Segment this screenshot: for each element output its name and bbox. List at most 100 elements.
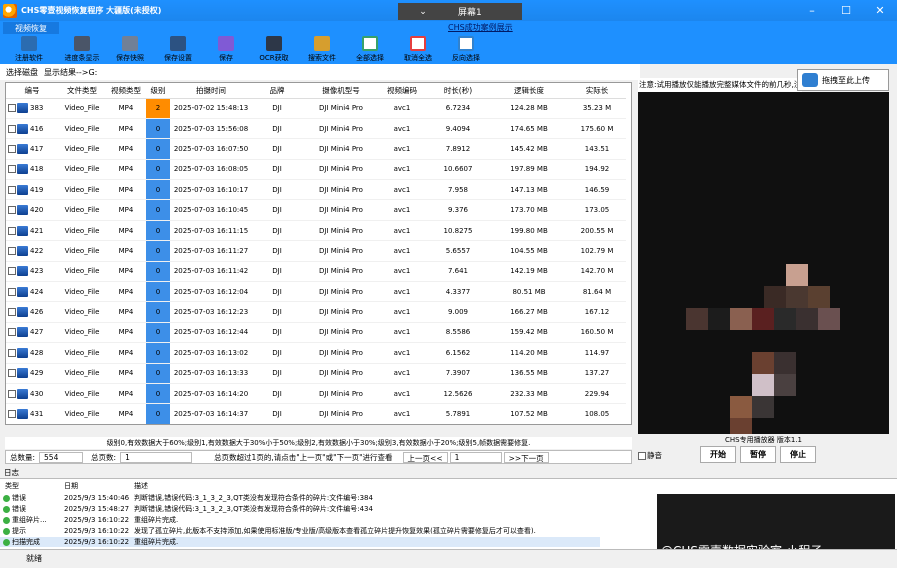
drag-upload-button[interactable]: 拖拽至此上传 xyxy=(797,69,889,91)
table-row[interactable]: 430 Video_File MP4 0 2025-07-03 16:14:20 DJI D… xyxy=(6,383,628,405)
prev-page-button[interactable]: 上一页<< xyxy=(402,451,448,463)
column-header[interactable]: 时长(秒) xyxy=(424,83,492,99)
table-cell: DJI xyxy=(252,261,302,283)
row-checkbox[interactable] xyxy=(8,308,16,317)
toolbar-button-1[interactable]: 进度条显示 xyxy=(58,34,106,64)
file-id-cell[interactable]: 428 xyxy=(6,342,58,364)
row-checkbox[interactable] xyxy=(8,124,16,133)
log-row[interactable]: 重组碎片... 2025/9/3 16:10:22 重组碎片完成. xyxy=(0,515,600,525)
table-row[interactable]: 427 Video_File MP4 0 2025-07-03 16:12:44 DJI D… xyxy=(6,322,628,344)
table-row[interactable]: 383 Video_File MP4 2 2025-07-02 15:48:13 DJI D… xyxy=(6,98,628,119)
row-checkbox[interactable] xyxy=(8,369,16,378)
row-checkbox[interactable] xyxy=(8,104,16,113)
file-id-cell[interactable]: 430 xyxy=(6,383,58,405)
column-header[interactable]: 文件类型 xyxy=(58,83,106,99)
row-checkbox[interactable] xyxy=(8,165,16,174)
row-checkbox[interactable] xyxy=(8,267,16,276)
row-checkbox[interactable] xyxy=(8,389,16,398)
play-pause-button[interactable]: 暂停 xyxy=(740,446,776,463)
row-checkbox[interactable] xyxy=(8,226,16,235)
file-id-cell[interactable]: 426 xyxy=(6,301,58,323)
column-header[interactable]: 实际长 xyxy=(566,83,628,99)
file-id-cell[interactable]: 422 xyxy=(6,240,58,262)
row-checkbox[interactable] xyxy=(8,246,16,255)
file-id: 423 xyxy=(30,267,44,276)
column-header[interactable]: 视频编码 xyxy=(380,83,424,99)
log-row[interactable]: 提示 2025/9/3 16:10:22 发现了孤立碎片,此版本不支持添加,如果使用… xyxy=(0,526,600,536)
table-cell: 136.55 MB xyxy=(492,363,566,384)
column-header[interactable]: 摄像机型号 xyxy=(302,83,380,99)
toolbar-button-9[interactable]: 反向选择 xyxy=(442,34,490,64)
toolbar-button-7[interactable]: 全部选择 xyxy=(346,34,394,64)
table-row[interactable]: 429 Video_File MP4 0 2025-07-03 16:13:33 DJI D… xyxy=(6,363,628,384)
column-header[interactable]: 级别 xyxy=(146,83,170,99)
file-id-cell[interactable]: 423 xyxy=(6,261,58,283)
file-id-cell[interactable]: 429 xyxy=(6,363,58,384)
file-id-cell[interactable]: 418 xyxy=(6,159,58,181)
table-row[interactable]: 418 Video_File MP4 0 2025-07-03 16:08:05 DJI D… xyxy=(6,159,628,181)
mute-checkbox[interactable] xyxy=(638,451,646,460)
toolbar-button-0[interactable]: 注册软件 xyxy=(0,34,58,64)
table-row[interactable]: 417 Video_File MP4 0 2025-07-03 16:07:50 DJI D… xyxy=(6,138,628,160)
table-row[interactable]: 428 Video_File MP4 0 2025-07-03 16:13:02 DJI D… xyxy=(6,342,628,364)
table-row[interactable]: 421 Video_File MP4 0 2025-07-03 16:11:15 DJI D… xyxy=(6,220,628,242)
table-row[interactable]: 424 Video_File MP4 0 2025-07-03 16:12:04 DJI D… xyxy=(6,281,628,303)
file-id-cell[interactable]: 424 xyxy=(6,281,58,303)
log-row[interactable]: 错误 2025/9/3 15:48:27 判断错误,错误代码:3_1_3_2_3,Q… xyxy=(0,504,600,514)
mute-control[interactable]: 静音 xyxy=(638,450,662,461)
log-status-icon xyxy=(3,505,10,513)
screen-selector[interactable]: ⌄ 屏幕1 xyxy=(398,3,522,20)
toolbar-button-5[interactable]: OCR获取 xyxy=(250,34,298,64)
column-header[interactable]: 逻辑长度 xyxy=(492,83,566,99)
file-id-cell[interactable]: 427 xyxy=(6,322,58,344)
log-row[interactable]: 错误 2025/9/3 15:40:46 判断错误,错误代码:3_1_3_2_3,Q… xyxy=(0,493,600,503)
table-row[interactable]: 416 Video_File MP4 0 2025-07-03 15:56:08 DJI D… xyxy=(6,118,628,140)
page-number-input[interactable]: 1 xyxy=(449,451,502,463)
row-checkbox[interactable] xyxy=(8,206,16,215)
toolbar-button-label: 全部选择 xyxy=(356,54,384,62)
video-preview[interactable] xyxy=(638,92,889,434)
tab-video-recovery[interactable]: 视频恢复 xyxy=(3,22,59,34)
table-cell: DJI xyxy=(252,118,302,140)
file-id: 419 xyxy=(30,185,44,194)
table-row[interactable]: 431 Video_File MP4 0 2025-07-03 16:14:37 DJI D… xyxy=(6,403,628,424)
column-header[interactable]: 拍摄时间 xyxy=(170,83,252,99)
log-row[interactable]: 扫描完成 2025/9/3 16:10:22 重组碎片完成. xyxy=(0,537,600,547)
row-checkbox[interactable] xyxy=(8,185,16,194)
row-checkbox[interactable] xyxy=(8,348,16,357)
minimize-button[interactable]: – xyxy=(795,0,829,21)
chevron-down-icon[interactable]: ⌄ xyxy=(398,7,448,17)
play-start-button[interactable]: 开始 xyxy=(700,446,736,463)
row-checkbox[interactable] xyxy=(8,287,16,296)
toolbar-button-2[interactable]: 保存快照 xyxy=(106,34,154,64)
table-row[interactable]: 420 Video_File MP4 0 2025-07-03 16:10:45 DJI D… xyxy=(6,199,628,221)
file-id-cell[interactable]: 419 xyxy=(6,179,58,201)
file-id-cell[interactable]: 421 xyxy=(6,220,58,242)
row-checkbox[interactable] xyxy=(8,328,16,337)
play-stop-button[interactable]: 停止 xyxy=(780,446,816,463)
table-row[interactable]: 419 Video_File MP4 0 2025-07-03 16:10:17 DJI D… xyxy=(6,179,628,201)
success-cases-link[interactable]: CHS成功案例展示 xyxy=(448,22,513,33)
toolbar-button-8[interactable]: 取消全选 xyxy=(394,34,442,64)
file-id-cell[interactable]: 416 xyxy=(6,118,58,140)
toolbar-button-6[interactable]: 搜索文件 xyxy=(298,34,346,64)
select-disk-label[interactable]: 选择磁盘 xyxy=(6,67,38,78)
toolbar-button-3[interactable]: 保存设置 xyxy=(154,34,202,64)
table-row[interactable]: 423 Video_File MP4 0 2025-07-03 16:11:42 DJI D… xyxy=(6,261,628,283)
toolbar-button-4[interactable]: 保存 xyxy=(202,34,250,64)
column-header[interactable]: 编号 xyxy=(6,83,58,99)
table-row[interactable]: 426 Video_File MP4 0 2025-07-03 16:12:23 DJI D… xyxy=(6,301,628,323)
file-id-cell[interactable]: 431 xyxy=(6,403,58,424)
next-page-button[interactable]: >>下一页 xyxy=(503,451,549,463)
file-id-cell[interactable]: 420 xyxy=(6,199,58,221)
file-id-cell[interactable]: 417 xyxy=(6,138,58,160)
file-id-cell[interactable]: 383 xyxy=(6,98,58,119)
row-checkbox[interactable] xyxy=(8,144,16,153)
column-header[interactable]: 品牌 xyxy=(252,83,302,99)
close-button[interactable]: ✕ xyxy=(863,0,897,21)
vertical-scrollbar[interactable] xyxy=(626,83,631,424)
table-row[interactable]: 422 Video_File MP4 0 2025-07-03 16:11:27 DJI D… xyxy=(6,240,628,262)
column-header[interactable]: 视频类型 xyxy=(106,83,146,99)
row-checkbox[interactable] xyxy=(8,410,16,419)
maximize-button[interactable]: ☐ xyxy=(829,0,863,21)
